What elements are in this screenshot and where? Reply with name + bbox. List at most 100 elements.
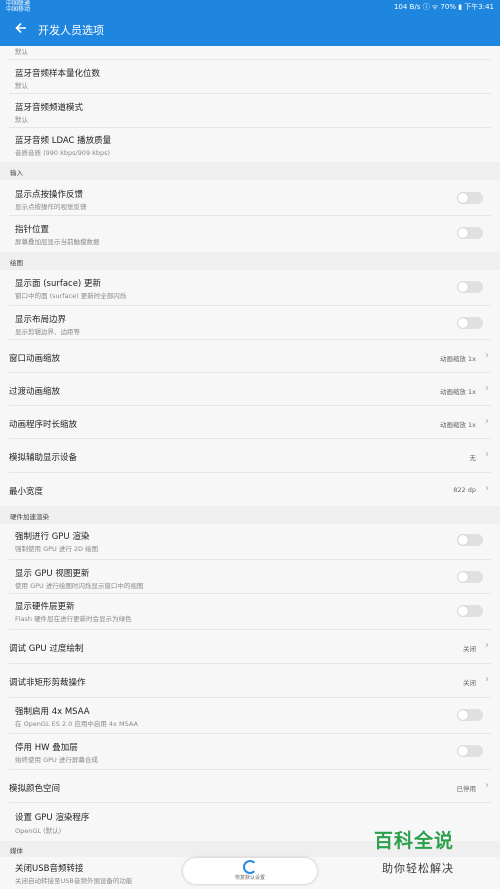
item-title: 蓝牙音频样本量化位数 — [15, 69, 101, 79]
chevron-right-icon: › — [485, 383, 489, 394]
chevron-right-icon: › — [485, 640, 489, 651]
show-taps-toggle[interactable] — [457, 192, 483, 204]
item-subtitle: 默认 — [15, 48, 28, 56]
list-item-non-rect-clip[interactable]: 调试非矩形剪裁操作 关闭 › — [0, 664, 500, 698]
section-label: 绘图 — [10, 259, 23, 267]
list-item-secondary-display[interactable]: 模拟辅助显示设备 无 › — [0, 439, 500, 473]
watermark: 百科全说 助你轻松解决 — [368, 824, 492, 884]
item-value: 动画缩放 1x — [439, 421, 476, 429]
carrier-2: 中国移动 — [6, 6, 31, 13]
item-title: 显示硬件层更新 — [15, 602, 75, 612]
force-gpu-toggle[interactable] — [457, 534, 483, 546]
disable-hw-overlay-toggle[interactable] — [457, 745, 483, 757]
section-drawing: 绘图 — [0, 252, 500, 270]
arrow-back-icon[interactable] — [14, 21, 28, 39]
item-value: 关闭 — [463, 679, 476, 687]
item-subtitle: 在 OpenGL ES 2.0 应用中启用 4x MSAA — [15, 720, 138, 728]
item-subtitle: 显示剪辑边界、边距等 — [15, 328, 80, 336]
item-title: 显示布局边界 — [15, 315, 67, 325]
list-item-bt-channel[interactable]: 蓝牙音频频道模式 默认 — [0, 94, 500, 128]
refresh-icon — [243, 860, 257, 874]
restore-defaults-button[interactable]: 恢复默认设置 — [183, 858, 317, 884]
section-label: 硬件加速渲染 — [10, 513, 49, 521]
item-title: 显示 GPU 视图更新 — [15, 569, 90, 579]
item-value: 关闭 — [463, 645, 476, 653]
item-title: 调试非矩形剪裁操作 — [9, 678, 86, 688]
status-bar: 中国联通 中国移动 104 B/s ⓘ ᯤ 70% ▮ 下午3:41 — [0, 0, 500, 14]
item-title: 蓝牙音频频道模式 — [15, 103, 84, 113]
item-title: 窗口动画缩放 — [9, 354, 61, 364]
item-subtitle: 关闭自动转接至USB音频外围设备的功能 — [15, 877, 133, 885]
item-title: 显示点按操作反馈 — [15, 190, 84, 200]
item-title: 指针位置 — [15, 225, 50, 235]
item-value: 动画缩放 1x — [439, 355, 476, 363]
hw-layers-toggle[interactable] — [457, 605, 483, 617]
chevron-right-icon: › — [485, 350, 489, 361]
list-item-pointer[interactable]: 指针位置 屏幕叠加层显示当前触摸数据 — [0, 216, 500, 252]
list-item-color-space[interactable]: 模拟颜色空间 已停用 › — [0, 770, 500, 803]
gpu-view-toggle[interactable] — [457, 571, 483, 583]
item-value: 无 — [469, 454, 477, 462]
layout-bounds-toggle[interactable] — [457, 317, 483, 329]
section-input: 输入 — [0, 162, 500, 180]
list-item-transition-anim[interactable]: 过渡动画缩放 动画缩放 1x › — [0, 373, 500, 406]
list-item-hw-layers[interactable]: 显示硬件层更新 Flash 硬件层在进行更新时会显示为绿色 — [0, 594, 500, 630]
app-bar: 开发人员选项 — [0, 14, 500, 46]
item-subtitle: Flash 硬件层在进行更新时会显示为绿色 — [15, 615, 132, 623]
item-title: 停用 HW 叠加层 — [15, 743, 78, 753]
list-item-disable-hw-overlay[interactable]: 停用 HW 叠加层 始终使用 GPU 进行屏幕合成 — [0, 734, 500, 770]
status-right: 104 B/s ⓘ ᯤ 70% ▮ 下午3:41 — [393, 3, 494, 11]
list-item-gpu-overdraw[interactable]: 调试 GPU 过度绘制 关闭 › — [0, 630, 500, 664]
restore-defaults-label: 恢复默认设置 — [234, 875, 265, 881]
chevron-right-icon: › — [485, 780, 489, 791]
chevron-right-icon: › — [485, 674, 489, 685]
chevron-right-icon: › — [485, 483, 489, 494]
msaa-toggle[interactable] — [457, 709, 483, 721]
chevron-right-icon: › — [485, 416, 489, 427]
item-subtitle: 显示点按操作的视觉反馈 — [15, 203, 87, 211]
item-value: 822 dp — [453, 486, 476, 494]
surface-toggle[interactable] — [457, 281, 483, 293]
list-item-bt-sample[interactable]: 蓝牙音频样本量化位数 默认 — [0, 60, 500, 94]
item-subtitle: 默认 — [15, 116, 28, 124]
watermark-subtitle: 助你轻松解决 — [382, 862, 454, 875]
list-item-surface[interactable]: 显示面 (surface) 更新 窗口中的面 (surface) 更新时全部闪烁 — [0, 270, 500, 306]
item-title: 过渡动画缩放 — [9, 387, 61, 397]
list-item-window-anim[interactable]: 窗口动画缩放 动画缩放 1x › — [0, 340, 500, 373]
list-item-bt-ldac[interactable]: 蓝牙音频 LDAC 播放质量 音质音质 (990 kbps/909 kbps) — [0, 128, 500, 162]
item-value: 动画缩放 1x — [439, 388, 476, 396]
item-title: 调试 GPU 过度绘制 — [9, 644, 84, 654]
pointer-toggle[interactable] — [457, 227, 483, 239]
item-subtitle: 音质音质 (990 kbps/909 kbps) — [15, 149, 111, 157]
item-subtitle: 强制使用 GPU 进行 2D 绘图 — [15, 545, 99, 553]
item-subtitle: OpenGL (默认) — [15, 827, 62, 835]
item-subtitle: 始终使用 GPU 进行屏幕合成 — [15, 756, 98, 764]
section-hw-accel: 硬件加速渲染 — [0, 506, 500, 524]
list-item-min-width[interactable]: 最小宽度 822 dp › — [0, 473, 500, 506]
section-label: 输入 — [10, 169, 23, 177]
item-title: 动画程序时长缩放 — [9, 420, 78, 430]
item-title: 最小宽度 — [9, 487, 44, 497]
item-subtitle: 默认 — [15, 82, 28, 90]
list-item-show-taps[interactable]: 显示点按操作反馈 显示点按操作的视觉反馈 — [0, 180, 500, 216]
list-item-gpu-view[interactable]: 显示 GPU 视图更新 使用 GPU 进行绘图时闪烁显示窗口中的视图 — [0, 560, 500, 594]
item-subtitle: 使用 GPU 进行绘图时闪烁显示窗口中的视图 — [15, 582, 144, 590]
item-title: 显示面 (surface) 更新 — [15, 279, 101, 289]
list-item-layout-bounds[interactable]: 显示布局边界 显示剪辑边界、边距等 — [0, 306, 500, 340]
list-item-animator-duration[interactable]: 动画程序时长缩放 动画缩放 1x › — [0, 406, 500, 439]
item-subtitle: 屏幕叠加层显示当前触摸数据 — [15, 238, 100, 246]
item-title: 模拟辅助显示设备 — [9, 453, 78, 463]
item-value: 已停用 — [456, 785, 477, 793]
item-title: 蓝牙音频 LDAC 播放质量 — [15, 136, 112, 146]
list-item-cut[interactable]: 默认 — [0, 46, 500, 60]
settings-list[interactable]: 默认 蓝牙音频样本量化位数 默认 蓝牙音频频道模式 默认 蓝牙音频 LDAC 播… — [0, 46, 500, 889]
item-title: 强制启用 4x MSAA — [15, 707, 90, 717]
item-title: 模拟颜色空间 — [9, 784, 61, 794]
list-item-force-gpu[interactable]: 强制进行 GPU 渲染 强制使用 GPU 进行 2D 绘图 — [0, 524, 500, 560]
item-title: 强制进行 GPU 渲染 — [15, 532, 90, 542]
page-title: 开发人员选项 — [38, 24, 104, 37]
item-title: 设置 GPU 渲染程序 — [15, 813, 90, 823]
item-subtitle: 窗口中的面 (surface) 更新时全部闪烁 — [15, 292, 127, 300]
carrier-info: 中国联通 中国移动 — [6, 1, 30, 13]
list-item-msaa[interactable]: 强制启用 4x MSAA 在 OpenGL ES 2.0 应用中启用 4x MS… — [0, 698, 500, 734]
